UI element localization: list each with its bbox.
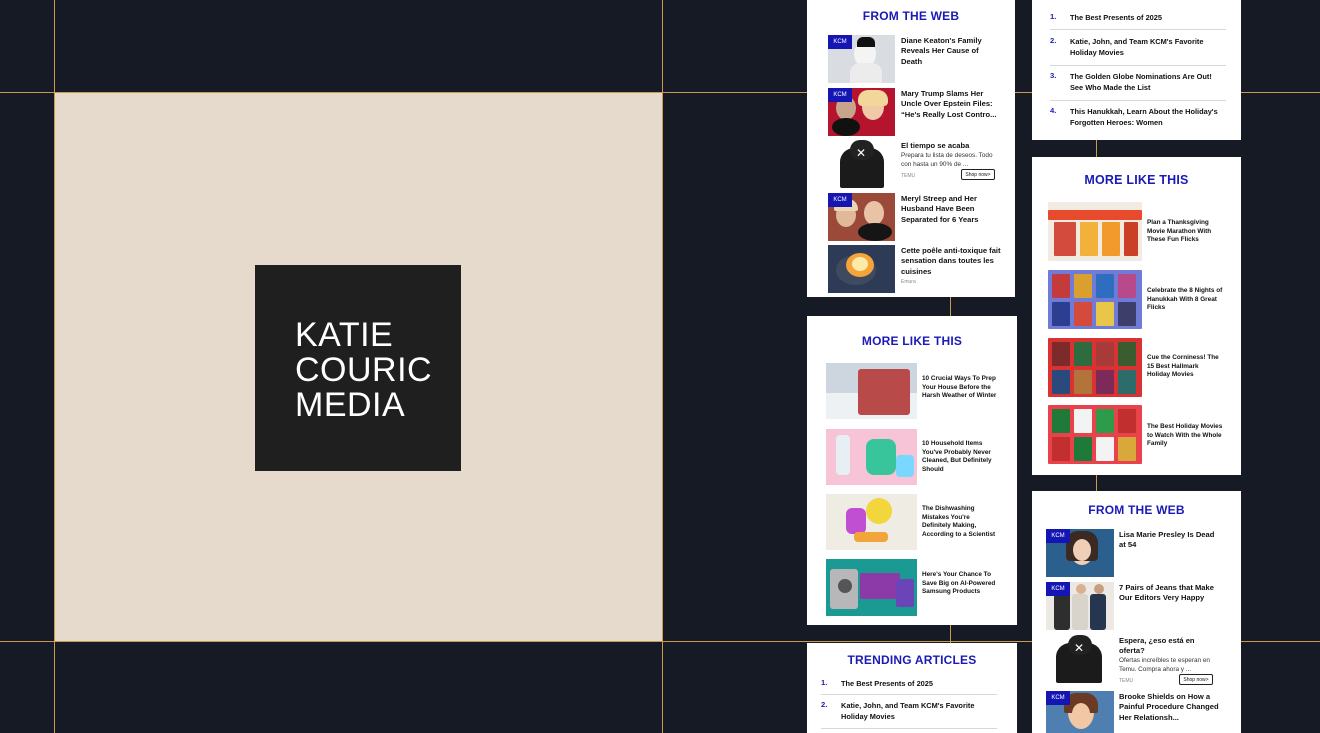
article-title: The Dishwashing Mistakes You're Definite… [922, 505, 996, 539]
thumbnail-image [1048, 405, 1142, 464]
item-title: El tiempo se acaba [901, 141, 970, 150]
thumbnail-image [1048, 338, 1142, 397]
item-title: Cette poêle anti-toxique fait sensation … [901, 246, 1001, 276]
thumbnail-image [826, 494, 917, 550]
item-title: The Best Presents of 2025 [841, 679, 934, 688]
section-heading: TRENDING ARTICLES [847, 653, 977, 667]
thumbnail-image: KCM [1046, 691, 1114, 733]
trending-item[interactable]: 2. Katie, John, and Team KCM's Favorite … [821, 700, 997, 729]
web-item[interactable]: KCM Mary Trump Slams Her Uncle Over Epst… [828, 88, 1000, 138]
thumbnail-image: KCM [828, 35, 895, 83]
article-title: Here's Your Chance To Save Big on AI-Pow… [922, 571, 996, 596]
item-title: Katie, John, and Team KCM's Favorite Hol… [1070, 37, 1204, 57]
article-title: Celebrate the 8 Nights of Hanukkah With … [1147, 287, 1223, 312]
section-heading: MORE LIKE THIS [1084, 173, 1189, 187]
item-number: 2. [1050, 36, 1057, 45]
brand-panel: KATIE COURIC MEDIA [55, 93, 662, 641]
web-item[interactable]: ✕ El tiempo se acaba Prepara tu lista de… [828, 140, 1000, 190]
web-item[interactable]: KCM Diane Keaton's Family Reveals Her Ca… [828, 35, 1000, 85]
from-the-web-card: FROM THE WEB KCM Lisa Marie Presley Is D… [1032, 491, 1241, 733]
thumbnail-image: KCM [1046, 582, 1114, 630]
thumbnail-image: KCM [1046, 529, 1114, 577]
item-source: TEMU [901, 173, 916, 179]
kcm-badge: KCM [828, 193, 852, 207]
thumbnail-image: KCM [828, 193, 895, 241]
article-card[interactable]: 10 Household Items You've Probably Never… [826, 429, 1006, 486]
article-title: The Best Holiday Movies to Watch With th… [1147, 423, 1223, 448]
grid-line [662, 0, 663, 733]
item-title: Lisa Marie Presley Is Dead at 54 [1119, 530, 1215, 550]
article-card[interactable]: The Best Holiday Movies to Watch With th… [1048, 405, 1228, 465]
trending-item[interactable]: 2. Katie, John, and Team KCM's Favorite … [1050, 36, 1226, 66]
item-number: 3. [1050, 71, 1057, 80]
logo-text: KATIE COURIC MEDIA [295, 316, 433, 424]
item-source: TEMU [1119, 678, 1134, 684]
item-description: Prepara tu lista de deseos. Todo con has… [901, 152, 993, 168]
shop-now-button[interactable]: Shop now> [1179, 674, 1213, 685]
item-title: Katie, John, and Team KCM's Favorite Hol… [841, 701, 975, 721]
thumbnail-image: ✕ [828, 140, 895, 188]
item-title: Meryl Streep and Her Husband Have Been S… [901, 194, 979, 224]
web-item[interactable]: KCM Brooke Shields on How a Painful Proc… [1046, 691, 1219, 733]
item-number: 2. [821, 700, 828, 709]
article-card[interactable]: The Dishwashing Mistakes You're Definite… [826, 494, 1006, 551]
item-number: 1. [1050, 12, 1057, 21]
item-source: Emura [901, 279, 916, 285]
web-item[interactable]: Cette poêle anti-toxique fait sensation … [828, 245, 1001, 295]
kcm-badge: KCM [1046, 691, 1070, 705]
thumbnail-image [826, 559, 917, 616]
item-description: Ofertas increíbles te esperan en Temu. C… [1119, 657, 1210, 673]
article-card[interactable]: Celebrate the 8 Nights of Hanukkah With … [1048, 270, 1228, 330]
item-title: This Hanukkah, Learn About the Holiday's… [1070, 107, 1218, 127]
web-item[interactable]: KCM 7 Pairs of Jeans that Make Our Edito… [1046, 582, 1218, 632]
more-like-this-card: MORE LIKE THIS 10 Crucial Ways To Prep Y… [807, 316, 1017, 625]
kcm-badge: KCM [1046, 529, 1070, 543]
thumbnail-image [1048, 270, 1142, 329]
kcm-badge: KCM [828, 88, 852, 102]
web-item[interactable]: KCM Meryl Streep and Her Husband Have Be… [828, 193, 1000, 243]
web-item[interactable]: KCM Lisa Marie Presley Is Dead at 54 [1046, 529, 1218, 579]
trending-articles-card: 1. The Best Presents of 2025 2. Katie, J… [1032, 0, 1241, 140]
article-title: Cue the Corniness! The 15 Best Hallmark … [1147, 354, 1219, 379]
section-heading: MORE LIKE THIS [861, 334, 963, 348]
from-the-web-card: FROM THE WEB KCM Diane Keaton's Family R… [807, 0, 1015, 297]
thumbnail-image [828, 245, 895, 293]
section-heading: FROM THE WEB [862, 9, 960, 23]
item-title: Diane Keaton's Family Reveals Her Cause … [901, 36, 982, 66]
item-title: Mary Trump Slams Her Uncle Over Epstein … [901, 89, 997, 119]
thumbnail-image [1048, 202, 1142, 261]
thumbnail-image: KCM [828, 88, 895, 136]
article-card[interactable]: Here's Your Chance To Save Big on AI-Pow… [826, 559, 1006, 617]
trending-item[interactable]: 3. The Golden Globe Nominations Are Out!… [1050, 71, 1226, 101]
shop-now-button[interactable]: Shop now> [961, 169, 995, 180]
trending-articles-card: TRENDING ARTICLES 1. The Best Presents o… [807, 643, 1017, 733]
item-number: 1. [821, 678, 828, 687]
item-title: The Golden Globe Nominations Are Out! Se… [1070, 72, 1212, 92]
web-item[interactable]: ✕ Espera, ¿eso está en oferta? Ofertas i… [1046, 635, 1218, 685]
item-number: 4. [1050, 106, 1057, 115]
kcm-badge: KCM [1046, 582, 1070, 596]
article-title: 10 Crucial Ways To Prep Your House Befor… [922, 375, 997, 400]
item-title: The Best Presents of 2025 [1070, 13, 1163, 22]
item-title: 7 Pairs of Jeans that Make Our Editors V… [1119, 583, 1214, 603]
trending-item[interactable]: 1. The Best Presents of 2025 [1050, 12, 1226, 30]
thumbnail-image [826, 429, 917, 485]
more-like-this-card: MORE LIKE THIS Plan a Thanksgiving Movie… [1032, 157, 1241, 475]
article-title: 10 Household Items You've Probably Never… [922, 440, 992, 474]
thumbnail-image: ✕ [1046, 635, 1114, 683]
trending-item[interactable]: 4. This Hanukkah, Learn About the Holida… [1050, 106, 1226, 132]
trending-item[interactable]: 1. The Best Presents of 2025 [821, 678, 997, 695]
article-card[interactable]: 10 Crucial Ways To Prep Your House Befor… [826, 363, 1006, 420]
article-card[interactable]: Cue the Corniness! The 15 Best Hallmark … [1048, 338, 1228, 398]
item-title: Brooke Shields on How a Painful Procedur… [1119, 692, 1219, 722]
kcm-badge: KCM [828, 35, 852, 49]
article-title: Plan a Thanksgiving Movie Marathon With … [1147, 219, 1212, 244]
article-card[interactable]: Plan a Thanksgiving Movie Marathon With … [1048, 202, 1228, 262]
thumbnail-image [826, 363, 917, 419]
section-heading: FROM THE WEB [1088, 503, 1185, 517]
katie-couric-media-logo: KATIE COURIC MEDIA [255, 265, 461, 471]
item-title: Espera, ¿eso está en oferta? [1119, 636, 1195, 656]
